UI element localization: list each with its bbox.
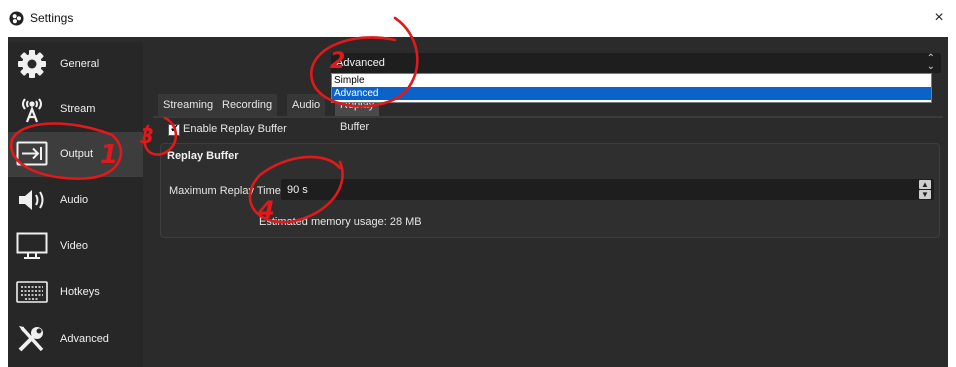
max-replay-time-spinbox[interactable]: 90 s ▲ ▼ [281, 179, 934, 200]
sidebar-item-general[interactable]: General [8, 42, 143, 87]
sidebar-item-hotkeys[interactable]: Hotkeys [8, 270, 143, 315]
broadcast-icon [14, 95, 50, 123]
sidebar-item-label: General [60, 58, 100, 70]
sidebar-item-output[interactable]: Output [8, 132, 143, 177]
window-title: Settings [30, 11, 74, 25]
sidebar-item-stream[interactable]: Stream [8, 87, 143, 132]
output-mode-dropdown: Simple Advanced [331, 73, 932, 103]
output-settings-panel: Output Mode Advanced ⌃⌄ Streaming Record… [153, 42, 948, 367]
sidebar-item-label: Audio [60, 194, 89, 206]
enable-replay-buffer-label: Enable Replay Buffer [183, 123, 287, 135]
output-icon [14, 140, 50, 168]
group-title: Replay Buffer [167, 150, 239, 162]
chevron-updown-icon: ⌃ ⌄ [926, 53, 935, 72]
monitor-icon [14, 232, 50, 260]
sidebar-item-label: Output [60, 148, 94, 160]
tab-recording[interactable]: Recording [217, 94, 278, 116]
sidebar-item-audio[interactable]: Audio [8, 178, 143, 223]
output-mode-value: Advanced [336, 57, 385, 69]
sidebar-item-label: Video [60, 240, 88, 252]
chevron-up-icon[interactable]: ▲ [919, 180, 931, 189]
option-simple[interactable]: Simple [332, 74, 931, 87]
sidebar-item-label: Stream [60, 103, 96, 115]
replay-buffer-group: Replay Buffer Maximum Replay Time 90 s ▲… [160, 143, 940, 238]
max-replay-time-label: Maximum Replay Time [169, 185, 281, 197]
gear-icon [14, 50, 50, 78]
sidebar-item-label: Advanced [60, 333, 109, 345]
settings-window: General Stream Output Audio Video Hotkey… [8, 37, 948, 367]
tab-audio[interactable]: Audio [287, 94, 326, 116]
enable-replay-buffer-checkbox[interactable]: ✓ [168, 123, 180, 136]
sidebar: General Stream Output Audio Video Hotkey… [8, 42, 143, 367]
tools-icon [14, 325, 50, 353]
sidebar-item-video[interactable]: Video [8, 224, 143, 269]
sidebar-item-label: Hotkeys [60, 286, 100, 298]
spin-buttons[interactable]: ▲ ▼ [919, 180, 931, 199]
output-mode-select[interactable]: Advanced ⌃ ⌄ [331, 53, 941, 73]
obs-logo-icon [9, 11, 24, 26]
title-bar: Settings × [0, 0, 956, 37]
keyboard-icon [14, 278, 50, 306]
option-advanced[interactable]: Advanced [332, 87, 931, 100]
chevron-down-icon[interactable]: ▼ [919, 190, 931, 199]
speaker-icon [14, 186, 50, 214]
tab-divider [153, 116, 943, 118]
close-icon[interactable]: × [928, 7, 950, 29]
sidebar-item-advanced[interactable]: Advanced [8, 317, 143, 362]
max-replay-time-value: 90 s [287, 184, 308, 196]
estimated-memory-text: Estimated memory usage: 28 MB [259, 216, 422, 228]
check-icon: ✓ [170, 123, 180, 135]
tab-streaming[interactable]: Streaming [158, 94, 219, 116]
